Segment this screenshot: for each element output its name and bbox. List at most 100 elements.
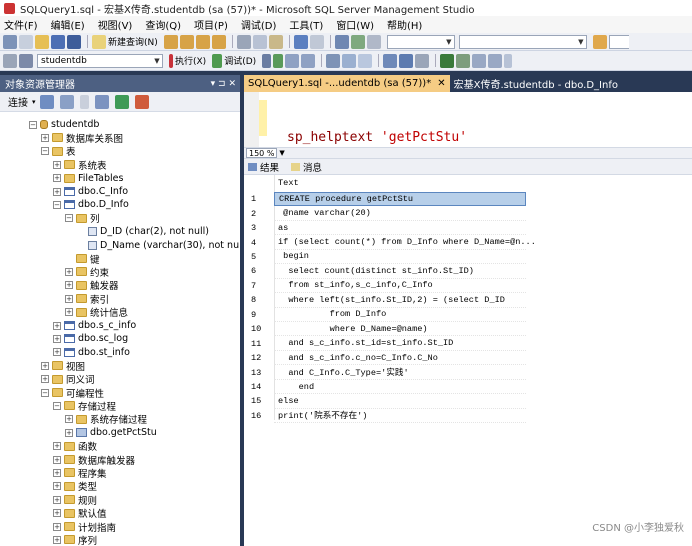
expand-icon[interactable]: + [53,442,61,451]
menu-project[interactable]: 项目(P) [194,17,228,32]
expand-icon[interactable]: + [53,509,61,518]
row-number[interactable]: 11 [248,337,274,351]
copy-icon[interactable] [252,34,267,49]
collapse-icon[interactable]: − [41,388,49,397]
tab-sqlquery1[interactable]: SQLQuery1.sql -...udentdb (sa (57))* ✕ [244,75,450,92]
table-row[interactable]: 1 CREATE procedure getPctStu [248,192,526,207]
row-number[interactable]: 15 [248,394,274,408]
display-plan-icon[interactable] [285,53,300,68]
expand-icon[interactable]: + [65,267,73,276]
table-row[interactable]: 13 and C_Info.C_Type='实践' [248,365,526,380]
text-cell[interactable]: and s_c_info.c_no=C_Info.C_No [274,351,526,366]
tree-node[interactable]: 键 [65,252,100,266]
save-all-icon[interactable] [67,34,81,49]
table-row[interactable]: 16 print('院系不存在') [248,409,526,424]
row-number[interactable]: 13 [248,365,274,379]
tree-node[interactable]: + dbo.C_Info [53,185,128,198]
text-cell[interactable]: where D_Name=@name) [274,322,526,337]
intellisense-icon[interactable] [326,53,341,68]
column-header-text[interactable]: Text [274,176,299,190]
client-stats-icon[interactable] [358,53,373,68]
results-to-file-icon[interactable] [415,53,430,68]
menu-tools[interactable]: 工具(T) [289,17,323,32]
new-query-button[interactable]: 新建查询(N) [108,35,158,48]
tree-node[interactable]: + dbo.s_c_info [53,319,136,332]
tree-node[interactable]: D_ID (char(2), not null) [77,225,209,238]
open-file-icon[interactable] [35,34,49,49]
db-engine-query-icon[interactable] [163,34,178,49]
expand-icon[interactable]: + [53,482,61,491]
menu-debug[interactable]: 调试(D) [241,17,277,32]
cut-icon[interactable] [236,34,251,49]
table-row[interactable]: 4 if (select count(*) from D_Info where D… [248,235,536,250]
expand-icon[interactable]: + [53,187,61,196]
refresh-icon[interactable] [114,94,129,109]
activity-monitor-icon[interactable] [134,94,149,109]
expand-icon[interactable]: + [41,375,49,384]
text-cell[interactable]: from D_Info [274,308,526,322]
table-row[interactable]: 5 begin [248,250,526,265]
panel-window-controls[interactable]: ▾ ⊐ ✕ [211,79,236,89]
toolbar-options-icon[interactable] [504,53,513,68]
toolbar-overflow-field[interactable] [608,34,629,49]
text-cell[interactable]: CREATE procedure getPctStu [274,192,526,207]
query-text[interactable]: sp_helptext 'getPctStu' [287,130,467,145]
row-number[interactable]: 12 [248,351,274,365]
change-connection-icon[interactable] [19,53,33,68]
results-to-text-icon[interactable] [383,53,398,68]
tree-node[interactable]: + 视图 [41,359,85,373]
tree-node[interactable]: + 类型 [53,480,97,493]
find-combo[interactable]: ▼ [458,34,587,49]
uncomment-icon[interactable] [456,53,471,68]
expand-icon[interactable]: + [53,160,61,169]
tree-node[interactable]: + 函数 [53,440,97,453]
find-icon[interactable] [366,34,381,49]
tab-messages[interactable]: 消息 [291,160,322,174]
zoom-select[interactable]: 150 % [246,148,278,158]
expand-icon[interactable]: + [65,308,73,317]
row-number[interactable]: 10 [248,322,274,336]
row-number[interactable]: 14 [248,380,274,394]
database-select[interactable]: studentdb ▼ [37,53,163,68]
redo-icon[interactable] [309,34,324,49]
table-row[interactable]: 15 else [248,394,526,409]
text-cell[interactable]: begin [274,250,526,265]
chevron-down-icon[interactable]: ▼ [279,149,284,157]
tree-node[interactable]: + 索引 [65,292,109,306]
table-row[interactable]: 11 and s_c_info.st_id=st_info.St_ID [248,337,526,351]
row-number[interactable]: 3 [248,221,274,235]
new-query-icon[interactable] [92,34,106,49]
expand-icon[interactable]: + [65,428,73,437]
tree-node[interactable]: + 触发器 [65,279,119,292]
tree-node[interactable]: − 存储过程 [53,399,116,413]
connect-server-icon[interactable] [39,94,54,109]
table-row[interactable]: 12 and s_c_info.c_no=C_Info.C_No [248,351,526,366]
tree-node[interactable]: + 系统存储过程 [65,413,147,426]
row-number[interactable]: 7 [248,279,274,293]
tree-node[interactable]: − studentdb [29,118,99,131]
expand-icon[interactable]: + [53,535,61,544]
tree-node[interactable]: + 序列 [53,533,97,546]
row-number[interactable]: 1 [248,192,274,206]
table-row[interactable]: 10 where D_Name=@name) [248,322,526,337]
tree-node[interactable]: − 表 [41,145,76,158]
collapse-icon[interactable]: − [41,147,49,156]
table-row[interactable]: 9 from D_Info [248,308,526,322]
menu-edit[interactable]: 编辑(E) [51,17,85,32]
expand-icon[interactable]: + [53,334,61,343]
execute-button[interactable]: 执行(X) [175,54,206,67]
collapse-icon[interactable]: − [53,401,61,410]
tree-node[interactable]: − 可编程性 [41,386,104,400]
expand-icon[interactable]: + [53,495,61,504]
expand-icon[interactable]: + [41,361,49,370]
tree-node[interactable]: + 约束 [65,265,109,279]
tree-node[interactable]: + dbo.st_info [53,346,130,359]
tree-node[interactable]: + 默认值 [53,507,107,520]
undo-icon[interactable] [293,34,308,49]
tree-node[interactable]: + FileTables [53,172,123,185]
chevron-down-icon[interactable]: ▾ [32,98,36,106]
collapse-icon[interactable]: − [53,200,61,209]
tree-node[interactable]: + 程序集 [53,466,107,480]
close-icon[interactable]: ✕ [437,78,445,89]
stop-icon[interactable] [79,94,89,109]
